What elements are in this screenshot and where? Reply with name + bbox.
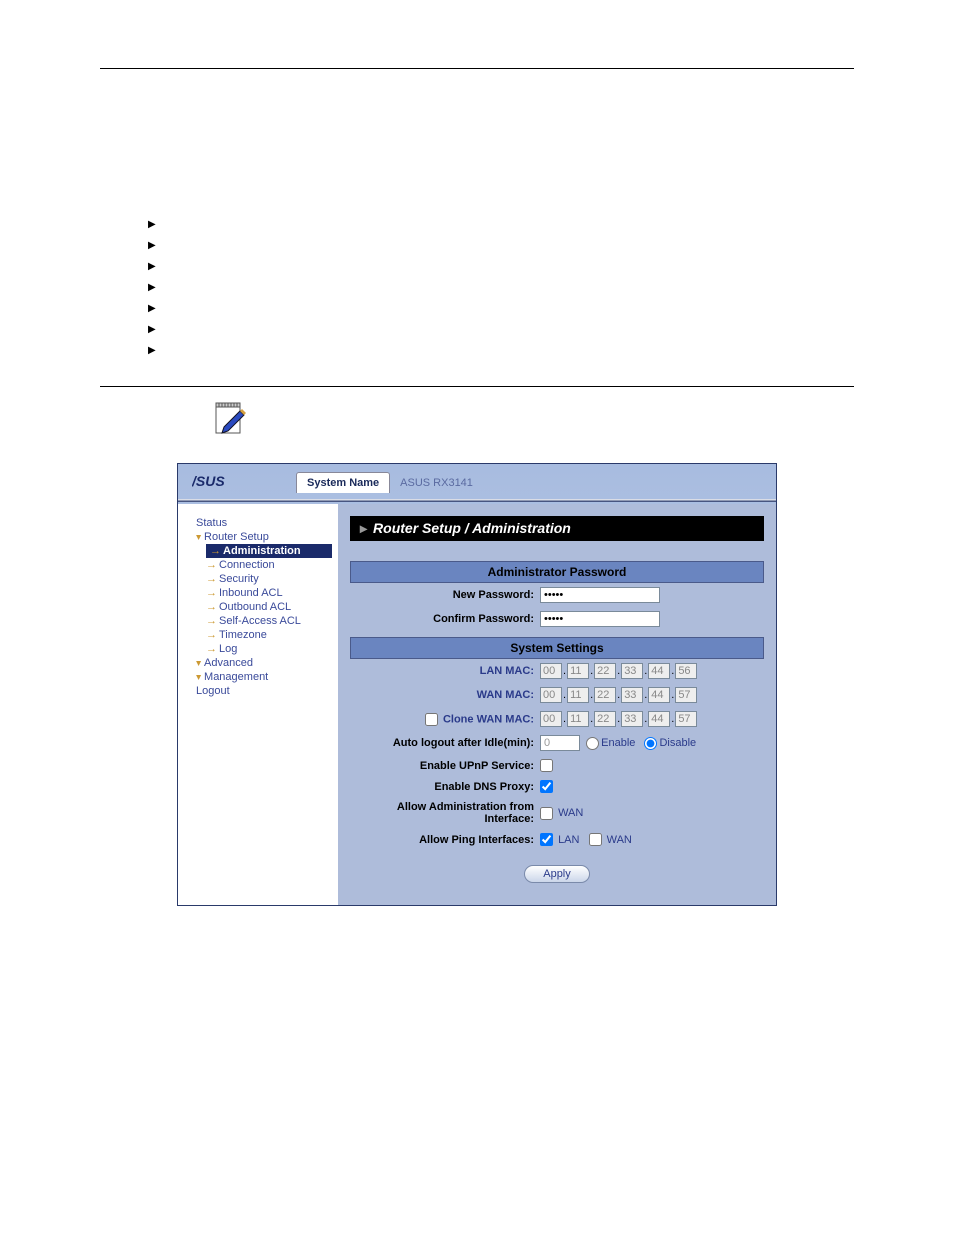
note-block [210, 399, 854, 439]
lan-mac-3[interactable] [621, 663, 643, 679]
upnp-checkbox[interactable] [540, 759, 553, 772]
page-title: Router Setup / Administration [350, 516, 764, 541]
sidebar-item-connection[interactable]: Connection [206, 558, 332, 572]
document-page: /SUS System Name ASUS RX3141 Status Rout… [0, 0, 954, 1006]
apply-button[interactable]: Apply [524, 865, 590, 883]
header-bar: /SUS System Name ASUS RX3141 [178, 464, 776, 499]
notepad-icon [210, 399, 250, 439]
lan-mac-label: LAN MAC: [350, 665, 540, 677]
confirm-password-label: Confirm Password: [350, 613, 540, 625]
admin-wan-checkbox[interactable] [540, 807, 553, 820]
section-password-heading: Administrator Password [350, 561, 764, 583]
idle-input[interactable] [540, 735, 580, 751]
lan-mac-group: ..... [540, 663, 764, 679]
sidebar-item-router-setup[interactable]: Router Setup [196, 530, 332, 544]
bullet-item [148, 324, 854, 335]
clone-mac-group: ..... [540, 711, 764, 727]
wan-mac-1[interactable] [567, 687, 589, 703]
bullet-item [148, 282, 854, 293]
sidebar-item-logout[interactable]: Logout [196, 684, 332, 698]
dns-label: Enable DNS Proxy: [350, 781, 540, 793]
sidebar-item-administration[interactable]: Administration [206, 544, 332, 558]
clone-mac-label: Clone WAN MAC: [350, 713, 540, 726]
ping-wan-checkbox[interactable] [589, 833, 602, 846]
wan-mac-3[interactable] [621, 687, 643, 703]
wan-mac-label: WAN MAC: [350, 689, 540, 701]
wan-mac-5[interactable] [675, 687, 697, 703]
clone-mac-3[interactable] [621, 711, 643, 727]
clone-mac-checkbox[interactable] [425, 713, 438, 726]
top-rule [100, 68, 854, 69]
router-admin-window: /SUS System Name ASUS RX3141 Status Rout… [177, 463, 777, 906]
clone-mac-1[interactable] [567, 711, 589, 727]
bullet-item [148, 219, 854, 230]
admin-form: Administrator Password New Password: Con… [350, 561, 764, 893]
lan-mac-4[interactable] [648, 663, 670, 679]
sidebar-item-security[interactable]: Security [206, 572, 332, 586]
new-password-input[interactable] [540, 587, 660, 603]
sidebar-item-outbound-acl[interactable]: Outbound ACL [206, 600, 332, 614]
header-divider [178, 499, 776, 502]
sidebar-item-timezone[interactable]: Timezone [206, 628, 332, 642]
clone-mac-5[interactable] [675, 711, 697, 727]
wan-mac-2[interactable] [594, 687, 616, 703]
idle-disable-radio[interactable] [644, 737, 657, 750]
clone-mac-0[interactable] [540, 711, 562, 727]
sidebar-item-status[interactable]: Status [196, 516, 332, 530]
system-name-tab: System Name [296, 472, 390, 493]
confirm-password-input[interactable] [540, 611, 660, 627]
lan-mac-2[interactable] [594, 663, 616, 679]
idle-label: Auto logout after Idle(min): [350, 737, 540, 749]
clone-mac-2[interactable] [594, 711, 616, 727]
mid-rule [100, 386, 854, 387]
lan-mac-0[interactable] [540, 663, 562, 679]
idle-enable-radio[interactable] [586, 737, 599, 750]
admin-if-label: Allow Administration from Interface: [350, 801, 540, 825]
bullet-item [148, 345, 854, 356]
new-password-label: New Password: [350, 589, 540, 601]
wan-mac-group: ..... [540, 687, 764, 703]
system-name-value: ASUS RX3141 [390, 473, 483, 493]
asus-logo: /SUS [186, 468, 296, 497]
wan-mac-0[interactable] [540, 687, 562, 703]
ping-lan-checkbox[interactable] [540, 833, 553, 846]
sidebar-item-log[interactable]: Log [206, 642, 332, 656]
feature-bullets [148, 219, 854, 356]
lan-mac-1[interactable] [567, 663, 589, 679]
ping-label: Allow Ping Interfaces: [350, 834, 540, 846]
upnp-label: Enable UPnP Service: [350, 760, 540, 772]
section-system-heading: System Settings [350, 637, 764, 659]
sidebar-item-advanced[interactable]: Advanced [196, 656, 332, 670]
bullet-item [148, 303, 854, 314]
clone-mac-4[interactable] [648, 711, 670, 727]
lan-mac-5[interactable] [675, 663, 697, 679]
sidebar-item-management[interactable]: Management [196, 670, 332, 684]
svg-text:/SUS: /SUS [192, 473, 225, 489]
sidebar: Status Router Setup Administration Conne… [178, 504, 338, 905]
bullet-item [148, 261, 854, 272]
wan-mac-4[interactable] [648, 687, 670, 703]
sidebar-item-self-access-acl[interactable]: Self-Access ACL [206, 614, 332, 628]
bullet-item [148, 240, 854, 251]
dns-checkbox[interactable] [540, 780, 553, 793]
content-area: Router Setup / Administration Administra… [338, 504, 776, 905]
sidebar-item-inbound-acl[interactable]: Inbound ACL [206, 586, 332, 600]
